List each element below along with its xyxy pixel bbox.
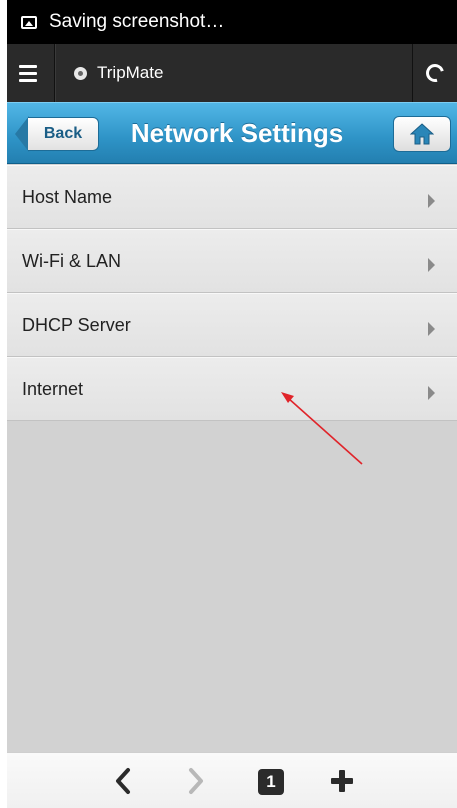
back-button-label: Back xyxy=(28,117,99,151)
chevron-right-icon xyxy=(428,258,435,272)
browser-toolbar: TripMate xyxy=(7,44,457,102)
status-bar: Saving screenshot… xyxy=(7,0,457,44)
list-item-host-name[interactable]: Host Name xyxy=(7,165,457,229)
back-arrow-icon[interactable] xyxy=(114,767,132,795)
list-item-wifi-lan[interactable]: Wi-Fi & LAN xyxy=(7,229,457,293)
app-frame: Saving screenshot… TripMate Back Network… xyxy=(7,0,457,808)
home-button[interactable] xyxy=(393,116,451,152)
list-item-label: Host Name xyxy=(22,186,113,207)
menu-icon[interactable] xyxy=(19,64,37,82)
list-item-label: Wi-Fi & LAN xyxy=(22,250,121,271)
list-item-internet[interactable]: Internet xyxy=(7,357,457,421)
chevron-right-icon xyxy=(428,386,435,400)
new-tab-icon[interactable] xyxy=(329,768,355,794)
site-title[interactable]: TripMate xyxy=(97,63,163,83)
back-button-arrow xyxy=(15,116,29,152)
page-header: Back Network Settings xyxy=(7,102,457,164)
chevron-right-icon xyxy=(428,322,435,336)
chevron-right-icon xyxy=(428,194,435,208)
toolbar-divider xyxy=(54,44,56,102)
reload-button[interactable] xyxy=(412,44,457,102)
list-item-label: Internet xyxy=(22,378,84,399)
page-title: Network Settings xyxy=(130,118,344,148)
bottom-toolbar: 1 xyxy=(7,752,457,808)
tab-count-button[interactable]: 1 xyxy=(258,769,284,795)
settings-list: Host Name Wi-Fi & LAN DHCP Server Intern… xyxy=(7,165,457,421)
picture-icon xyxy=(21,15,37,29)
status-notification: Saving screenshot… xyxy=(49,11,225,32)
forward-arrow-icon[interactable] xyxy=(187,767,205,795)
list-item-label: DHCP Server xyxy=(22,314,131,335)
site-icon xyxy=(74,66,87,80)
back-button[interactable]: Back xyxy=(15,116,99,152)
reload-icon xyxy=(422,60,448,86)
home-icon xyxy=(410,123,434,145)
list-item-dhcp-server[interactable]: DHCP Server xyxy=(7,293,457,357)
